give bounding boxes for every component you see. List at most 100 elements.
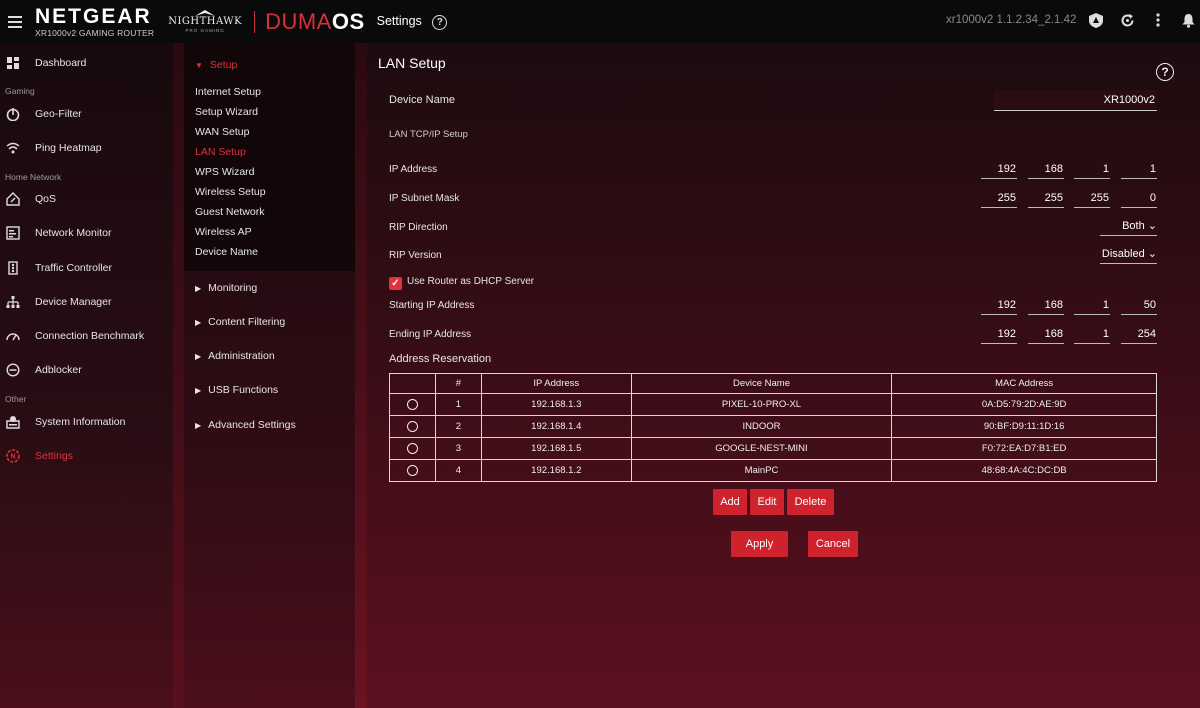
caret-right-icon: ▶ (195, 317, 202, 327)
nav-section-gaming: Gaming (5, 86, 35, 96)
subnet-octet-3[interactable]: 255 (1074, 188, 1110, 208)
row-select-radio[interactable] (406, 398, 418, 410)
notifications-bell-icon[interactable] (1180, 12, 1196, 28)
row-device-name: GOOGLE-NEST-MINI (630, 437, 893, 460)
rip-version-select[interactable]: Disabled ⌄ (1100, 245, 1157, 264)
row-device-name: MainPC (630, 459, 893, 482)
main-navigation: Dashboard Gaming Geo-Filter Ping Heatmap… (0, 43, 173, 708)
menu-icon[interactable] (8, 13, 22, 31)
address-reservation-title: Address Reservation (389, 353, 492, 365)
power-icon (6, 108, 20, 121)
table-row[interactable]: 2 192.168.1.4 INDOOR 90:BF:D9:11:1D:16 (389, 415, 1157, 438)
table-row[interactable]: 1 192.168.1.3 PIXEL-10-PRO-XL 0A:D5:79:2… (389, 393, 1157, 416)
start-ip-octet-3[interactable]: 1 (1074, 295, 1110, 315)
row-select-radio[interactable] (406, 464, 418, 476)
row-number: 2 (434, 415, 482, 438)
page-title: LAN Setup (378, 55, 446, 71)
row-ip-address: 192.168.1.5 (480, 437, 632, 460)
nav-traffic-controller[interactable]: Traffic Controller (0, 257, 173, 279)
nav-network-monitor[interactable]: Network Monitor (0, 222, 173, 244)
device-tree-icon (6, 296, 20, 308)
edit-button[interactable]: Edit (750, 489, 784, 515)
device-name-input[interactable]: XR1000v2 (994, 90, 1157, 111)
dhcp-server-label: Use Router as DHCP Server (407, 276, 535, 287)
row-ip-address: 192.168.1.4 (480, 415, 632, 438)
table-row[interactable]: 3 192.168.1.5 GOOGLE-NEST-MINI F0:72:EA:… (389, 437, 1157, 460)
nav-settings[interactable]: N Settings (0, 445, 173, 467)
row-select-radio[interactable] (406, 442, 418, 454)
traffic-controller-icon (8, 261, 18, 275)
help-icon[interactable]: ? (432, 14, 448, 30)
table-header-device-name: Device Name (630, 373, 893, 394)
nav-system-information[interactable]: System Information (0, 411, 173, 433)
subnet-octet-2[interactable]: 255 (1028, 188, 1064, 208)
ip-octet-2[interactable]: 168 (1028, 159, 1064, 179)
subnav-advanced-settings[interactable]: ▶ Advanced Settings (195, 419, 296, 431)
more-vertical-icon[interactable] (1150, 12, 1166, 28)
router-model: XR1000v2 GAMING ROUTER (35, 27, 155, 38)
row-ip-address: 192.168.1.2 (480, 459, 632, 482)
rip-direction-select[interactable]: Both ⌄ (1100, 217, 1157, 236)
row-mac-address: 90:BF:D9:11:1D:16 (891, 415, 1157, 438)
nav-separator (173, 43, 184, 708)
nav-dashboard[interactable]: Dashboard (0, 52, 173, 74)
chevron-down-icon: ⌄ (1147, 248, 1157, 260)
row-select-radio[interactable] (406, 420, 418, 432)
refresh-icon[interactable] (1119, 12, 1135, 28)
home-qos-icon (6, 192, 20, 206)
ip-octet-4[interactable]: 1 (1121, 159, 1157, 179)
subnav-content-filtering[interactable]: ▶ Content Filtering (195, 316, 285, 328)
cancel-button[interactable]: Cancel (808, 531, 858, 557)
add-button[interactable]: Add (713, 489, 747, 515)
lan-section-title: LAN TCP/IP Setup (389, 129, 468, 140)
table-header-row: # IP Address Device Name MAC Address (389, 373, 1157, 394)
end-ip-octet-1[interactable]: 192 (981, 324, 1017, 344)
start-ip-octet-1[interactable]: 192 (981, 295, 1017, 315)
nav-connection-benchmark[interactable]: Connection Benchmark (0, 325, 173, 347)
firmware-version: xr1000v2 1.1.2.34_2.1.42 (946, 14, 1077, 26)
nav-qos[interactable]: QoS (0, 188, 173, 210)
apply-button[interactable]: Apply (731, 531, 788, 557)
delete-button[interactable]: Delete (787, 489, 834, 515)
row-number: 4 (434, 459, 482, 482)
wifi-signal-icon (6, 142, 20, 154)
nav-device-manager[interactable]: Device Manager (0, 291, 173, 313)
end-ip-octet-3[interactable]: 1 (1074, 324, 1110, 344)
dhcp-server-checkbox[interactable]: ✓ (389, 277, 402, 290)
start-ip-octet-2[interactable]: 168 (1028, 295, 1064, 315)
row-mac-address: F0:72:EA:D7:B1:ED (891, 437, 1157, 460)
subnav-administration[interactable]: ▶ Administration (195, 350, 275, 362)
system-info-icon (6, 416, 20, 429)
nav-section-other: Other (5, 394, 27, 404)
shield-icon[interactable] (1088, 12, 1104, 28)
help-icon[interactable]: ? (1156, 63, 1174, 81)
nav-geo-filter[interactable]: Geo-Filter (0, 103, 173, 125)
network-monitor-icon (6, 226, 20, 240)
row-device-name: PIXEL-10-PRO-XL (630, 393, 893, 416)
speedometer-icon (6, 333, 20, 341)
logo-divider (254, 10, 256, 33)
caret-right-icon: ▶ (195, 385, 202, 395)
page-section-title: Settings ? (377, 14, 448, 30)
settings-gear-icon: N (6, 449, 20, 463)
subnet-octet-4[interactable]: 0 (1121, 188, 1157, 208)
subnav-usb-functions[interactable]: ▶ USB Functions (195, 384, 278, 396)
end-ip-octet-2[interactable]: 168 (1028, 324, 1064, 344)
ip-octet-3[interactable]: 1 (1074, 159, 1110, 179)
subnav-separator (355, 43, 367, 708)
dumaos-logo: DUMAOS (265, 8, 365, 34)
ip-octet-1[interactable]: 192 (981, 159, 1017, 179)
row-mac-address: 48:68:4A:4C:DC:DB (891, 459, 1157, 482)
nav-adblocker[interactable]: Adblocker (0, 359, 173, 381)
chevron-down-icon: ⌄ (1147, 220, 1157, 232)
nav-ping-heatmap[interactable]: Ping Heatmap (0, 137, 173, 159)
dashboard-icon (7, 57, 19, 69)
start-ip-octet-4[interactable]: 50 (1121, 295, 1157, 315)
end-ip-octet-4[interactable]: 254 (1121, 324, 1157, 344)
subnet-octet-1[interactable]: 255 (981, 188, 1017, 208)
row-number: 1 (434, 393, 482, 416)
table-row[interactable]: 4 192.168.1.2 MainPC 48:68:4A:4C:DC:DB (389, 459, 1157, 482)
caret-right-icon: ▶ (195, 351, 202, 361)
row-number: 3 (434, 437, 482, 460)
subnav-monitoring[interactable]: ▶ Monitoring (195, 282, 257, 294)
